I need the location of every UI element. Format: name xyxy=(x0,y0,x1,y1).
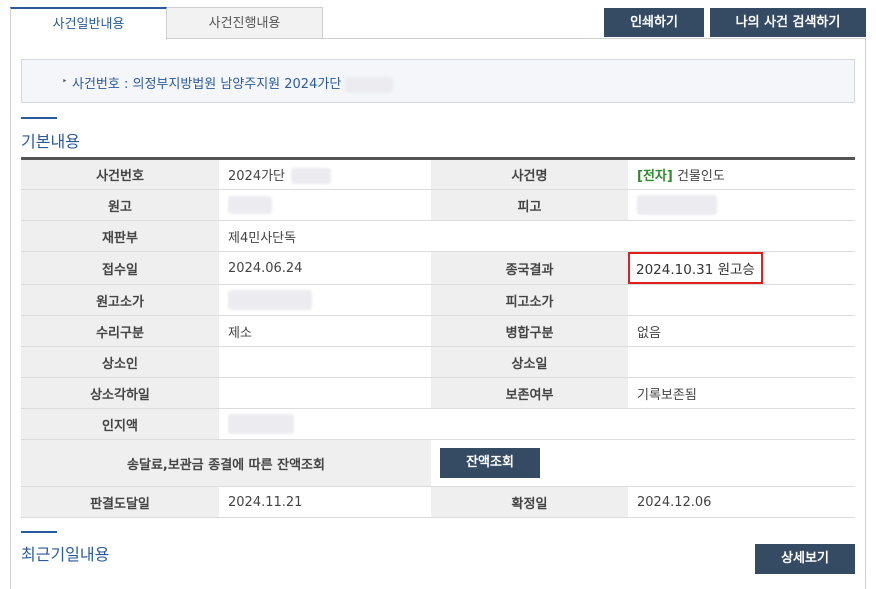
case-number-label: 사건번호 : 의정부지방법원 남양주지원 2024가단 xyxy=(72,77,342,92)
table-row: 접수일 2024.06.24 종국결과 2024.10.31 원고승 xyxy=(21,251,855,285)
empty-cell xyxy=(431,408,628,440)
appeal-date-label: 상소일 xyxy=(431,346,628,378)
redacted-block xyxy=(228,290,312,310)
detail-view-button[interactable]: 상세보기 xyxy=(755,544,855,574)
balance-inquiry-button[interactable]: 잔액조회 xyxy=(440,448,540,478)
empty-cell xyxy=(431,220,628,252)
case-number-value: 2024가단 xyxy=(219,158,431,190)
my-case-search-button[interactable]: 나의 사건 검색하기 xyxy=(710,8,866,37)
empty-cell xyxy=(628,220,855,252)
judgment-delivery-label: 판결도달일 xyxy=(21,486,219,518)
bullet-arrow-icon: ‣ xyxy=(62,77,68,87)
merge-type-value: 없음 xyxy=(628,315,855,347)
table-row: 상소각하일 보존여부 기록보존됨 xyxy=(21,377,855,409)
balance-inquiry-label: 송달료,보관금 종결에 따른 잔액조회 xyxy=(21,439,431,487)
acceptance-type-label: 수리구분 xyxy=(21,315,219,347)
empty-cell xyxy=(628,408,855,440)
table-row: 인지액 xyxy=(21,408,855,440)
plaintiff-value xyxy=(219,189,431,221)
court-division-value: 제4민사단독 xyxy=(219,220,431,252)
case-number-text: 사건번호 : 의정부지방법원 남양주지원 2024가단 xyxy=(72,73,394,93)
preservation-value: 기록보존됨 xyxy=(628,377,855,409)
receipt-date-label: 접수일 xyxy=(21,251,219,285)
stamp-fee-label: 인지액 xyxy=(21,408,219,440)
appellant-label: 상소인 xyxy=(21,346,219,378)
case-name-text: 건물인도 xyxy=(676,169,725,184)
appeal-dismissal-value xyxy=(219,377,431,409)
defendant-claim-label: 피고소가 xyxy=(431,284,628,316)
table-row: 상소인 상소일 xyxy=(21,346,855,378)
receipt-date-value: 2024.06.24 xyxy=(219,251,431,285)
tab-divider xyxy=(322,38,866,39)
table-row: 원고 피고 xyxy=(21,189,855,221)
judgment-delivery-value: 2024.11.21 xyxy=(219,486,431,518)
plaintiff-claim-value xyxy=(219,284,431,316)
plaintiff-label: 원고 xyxy=(21,189,219,221)
final-result-value: 2024.10.31 원고승 xyxy=(628,251,855,285)
finalization-date-label: 확정일 xyxy=(431,486,628,518)
table-row: 사건번호 2024가단 사건명 [전자] 건물인도 xyxy=(21,158,855,190)
table-row: 재판부 제4민사단독 xyxy=(21,220,855,252)
defendant-label: 피고 xyxy=(431,189,628,221)
basic-info-table: 사건번호 2024가단 사건명 [전자] 건물인도 원고 피고 재판부 제4민사… xyxy=(21,157,855,518)
tab-progress[interactable]: 사건진행내용 xyxy=(166,7,323,39)
redacted-block xyxy=(228,196,272,214)
basic-section-title: 기본내용 xyxy=(21,132,80,151)
stamp-fee-value xyxy=(219,408,431,440)
redacted-block xyxy=(637,195,717,215)
electronic-tag: [전자] xyxy=(637,169,673,184)
recent-section-title: 최근기일내용 xyxy=(21,545,110,564)
table-row: 수리구분 제소 병합구분 없음 xyxy=(21,315,855,347)
acceptance-type-value: 제소 xyxy=(219,315,431,347)
balance-inquiry-cell: 잔액조회 xyxy=(431,439,855,487)
redacted-block xyxy=(291,168,332,185)
case-number-label: 사건번호 xyxy=(21,158,219,190)
case-name-value: [전자] 건물인도 xyxy=(628,158,855,190)
redacted-block xyxy=(228,414,294,434)
defendant-value xyxy=(628,189,855,221)
plaintiff-claim-label: 원고소가 xyxy=(21,284,219,316)
appeal-date-value xyxy=(628,346,855,378)
finalization-date-value: 2024.12.06 xyxy=(628,486,855,518)
merge-type-label: 병합구분 xyxy=(431,315,628,347)
case-name-label: 사건명 xyxy=(431,158,628,190)
tab-general[interactable]: 사건일반내용 xyxy=(10,7,167,40)
table-row: 송달료,보관금 종결에 따른 잔액조회 잔액조회 xyxy=(21,439,855,487)
appeal-dismissal-label: 상소각하일 xyxy=(21,377,219,409)
appellant-value xyxy=(219,346,431,378)
preservation-label: 보존여부 xyxy=(431,377,628,409)
defendant-claim-value xyxy=(628,284,855,316)
print-button[interactable]: 인쇄하기 xyxy=(604,8,704,37)
table-row: 판결도달일 2024.11.21 확정일 2024.12.06 xyxy=(21,486,855,518)
redacted-block xyxy=(345,76,394,93)
section-accent xyxy=(21,531,57,533)
case-number-box: ‣ 사건번호 : 의정부지방법원 남양주지원 2024가단 xyxy=(21,59,855,103)
final-result-highlight: 2024.10.31 원고승 xyxy=(628,252,763,284)
section-accent xyxy=(21,117,57,119)
court-division-label: 재판부 xyxy=(21,220,219,252)
table-row: 원고소가 피고소가 xyxy=(21,284,855,316)
final-result-label: 종국결과 xyxy=(431,251,628,285)
case-number-text: 2024가단 xyxy=(228,168,286,184)
